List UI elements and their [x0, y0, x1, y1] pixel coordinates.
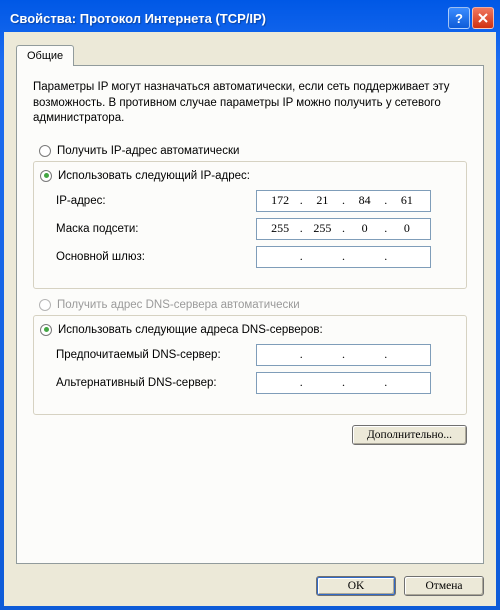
dns-alt-row: Альтернативный DNS-сервер: . . .: [46, 372, 454, 394]
dns-preferred-input[interactable]: . . .: [256, 344, 431, 366]
window-title: Свойства: Протокол Интернета (TCP/IP): [10, 11, 448, 26]
advanced-row: Дополнительно...: [33, 425, 467, 445]
dns-alt-label: Альтернативный DNS-сервер:: [46, 377, 256, 389]
dns-group: Использовать следующие адреса DNS-сервер…: [33, 315, 467, 415]
client-area: Общие Параметры IP могут назначаться авт…: [4, 32, 496, 606]
radio-icon: [40, 324, 52, 336]
dialog-buttons: OK Отмена: [16, 576, 484, 596]
ip-address-row: IP-адрес: 172. 21. 84. 61: [46, 190, 454, 212]
radio-dns-auto: Получить адрес DNS-сервера автоматически: [39, 299, 467, 311]
ok-button[interactable]: OK: [316, 576, 396, 596]
radio-ip-auto-label: Получить IP-адрес автоматически: [57, 145, 239, 157]
radio-ip-auto[interactable]: Получить IP-адрес автоматически: [39, 145, 467, 157]
ip-address-input[interactable]: 172. 21. 84. 61: [256, 190, 431, 212]
dns-preferred-row: Предпочитаемый DNS-сервер: . . .: [46, 344, 454, 366]
subnet-mask-label: Маска подсети:: [46, 223, 256, 235]
radio-icon: [39, 145, 51, 157]
gateway-input[interactable]: . . .: [256, 246, 431, 268]
tabstrip: Общие: [16, 44, 484, 65]
advanced-button[interactable]: Дополнительно...: [352, 425, 467, 445]
ip-group: Использовать следующий IP-адрес: IP-адре…: [33, 161, 467, 289]
help-icon[interactable]: ?: [448, 7, 470, 29]
radio-icon: [40, 170, 52, 182]
close-icon[interactable]: [472, 7, 494, 29]
gateway-row: Основной шлюз: . . .: [46, 246, 454, 268]
dns-preferred-label: Предпочитаемый DNS-сервер:: [46, 349, 256, 361]
radio-dns-manual-label: Использовать следующие адреса DNS-сервер…: [58, 324, 323, 336]
dialog-window: Свойства: Протокол Интернета (TCP/IP) ? …: [0, 0, 500, 610]
titlebar[interactable]: Свойства: Протокол Интернета (TCP/IP) ?: [4, 4, 496, 32]
tab-panel: Параметры IP могут назначаться автоматич…: [16, 65, 484, 564]
subnet-mask-row: Маска подсети: 255. 255. 0. 0: [46, 218, 454, 240]
radio-icon: [39, 299, 51, 311]
dns-alt-input[interactable]: . . .: [256, 372, 431, 394]
title-buttons: ?: [448, 7, 494, 29]
ip-address-label: IP-адрес:: [46, 195, 256, 207]
tab-general[interactable]: Общие: [16, 45, 74, 66]
subnet-mask-input[interactable]: 255. 255. 0. 0: [256, 218, 431, 240]
radio-ip-manual[interactable]: Использовать следующий IP-адрес:: [40, 170, 454, 182]
radio-dns-manual[interactable]: Использовать следующие адреса DNS-сервер…: [40, 324, 454, 336]
radio-dns-auto-label: Получить адрес DNS-сервера автоматически: [57, 299, 300, 311]
cancel-button[interactable]: Отмена: [404, 576, 484, 596]
gateway-label: Основной шлюз:: [46, 251, 256, 263]
description-text: Параметры IP могут назначаться автоматич…: [33, 80, 467, 127]
radio-ip-manual-label: Использовать следующий IP-адрес:: [58, 170, 250, 182]
